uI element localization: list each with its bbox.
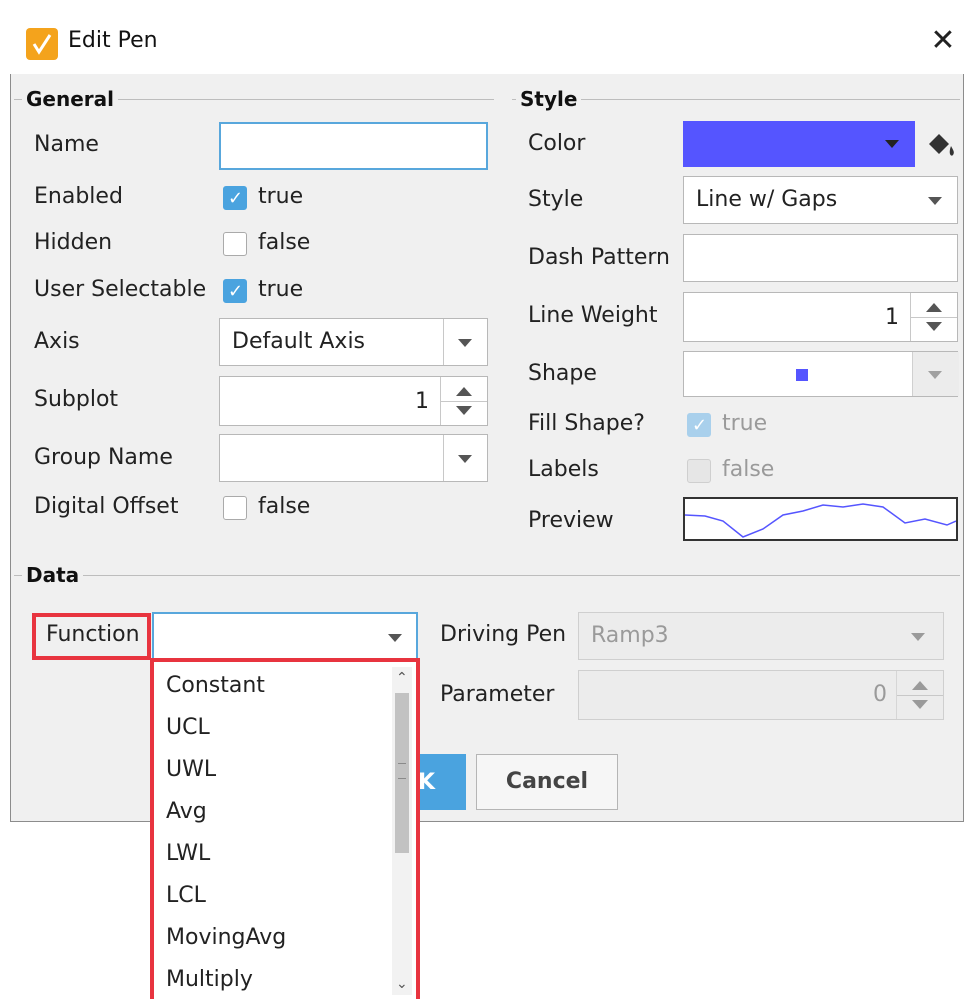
square-shape-icon xyxy=(796,369,808,381)
hidden-value: false xyxy=(258,230,311,255)
driving-pen-label: Driving Pen xyxy=(440,622,567,647)
group-name-dropdown[interactable] xyxy=(219,434,488,482)
subplot-spinner[interactable]: 1 xyxy=(219,376,488,426)
paint-bucket-icon[interactable] xyxy=(925,130,957,160)
parameter-value: 0 xyxy=(873,682,887,707)
data-section-title: Data xyxy=(22,563,84,587)
spin-down-icon[interactable] xyxy=(912,700,928,709)
digital-offset-checkbox[interactable] xyxy=(223,496,247,520)
shape-dropdown[interactable] xyxy=(683,351,959,397)
axis-dropdown[interactable]: Default Axis xyxy=(219,318,488,366)
axis-label: Axis xyxy=(34,329,80,354)
style-label: Style xyxy=(528,187,584,212)
user-selectable-label: User Selectable xyxy=(34,277,207,302)
group-name-label: Group Name xyxy=(34,445,173,470)
digital-offset-label: Digital Offset xyxy=(34,494,179,519)
function-dropdown[interactable] xyxy=(152,612,418,660)
name-label: Name xyxy=(34,132,99,157)
color-label: Color xyxy=(528,131,586,156)
parameter-label: Parameter xyxy=(440,682,555,707)
enabled-checkbox[interactable]: ✓ xyxy=(223,186,247,210)
chevron-down-icon xyxy=(911,633,925,641)
line-preview xyxy=(683,497,958,541)
style-section-title: Style xyxy=(516,87,582,111)
chevron-down-icon xyxy=(928,197,942,205)
spin-up-icon[interactable] xyxy=(912,681,928,690)
spin-down-icon[interactable] xyxy=(456,406,472,415)
style-dropdown[interactable]: Line w/ Gaps xyxy=(683,176,958,224)
general-section-title: General xyxy=(22,87,118,111)
chevron-down-icon xyxy=(388,634,402,642)
color-swatch-dropdown[interactable] xyxy=(683,121,915,167)
enabled-label: Enabled xyxy=(34,184,123,209)
subplot-label: Subplot xyxy=(34,387,119,412)
parameter-spinner[interactable]: 0 xyxy=(578,670,944,720)
shape-label: Shape xyxy=(528,361,597,386)
chevron-down-icon xyxy=(928,371,942,379)
preview-label: Preview xyxy=(528,508,614,533)
dash-pattern-input[interactable] xyxy=(683,234,958,282)
axis-value: Default Axis xyxy=(232,329,366,354)
labels-label: Labels xyxy=(528,457,599,482)
dash-pattern-label: Dash Pattern xyxy=(528,245,670,270)
user-selectable-value: true xyxy=(258,277,304,302)
spin-down-icon[interactable] xyxy=(926,322,942,331)
enabled-value: true xyxy=(258,184,304,209)
app-icon xyxy=(26,28,58,60)
user-selectable-checkbox[interactable]: ✓ xyxy=(223,279,247,303)
fill-shape-value: true xyxy=(722,411,768,436)
data-divider xyxy=(14,575,960,576)
subplot-value: 1 xyxy=(415,389,429,414)
spin-up-icon[interactable] xyxy=(926,303,942,312)
style-value: Line w/ Gaps xyxy=(696,187,838,212)
digital-offset-value: false xyxy=(258,494,311,519)
labels-checkbox[interactable] xyxy=(687,459,711,483)
driving-pen-dropdown[interactable]: Ramp3 xyxy=(578,612,944,660)
function-label: Function xyxy=(46,622,140,647)
line-weight-spinner[interactable]: 1 xyxy=(683,292,958,342)
line-weight-value: 1 xyxy=(885,305,899,330)
chevron-down-icon xyxy=(458,455,472,463)
hidden-label: Hidden xyxy=(34,230,113,255)
fill-shape-label: Fill Shape? xyxy=(528,411,645,436)
function-options-highlight xyxy=(150,658,420,999)
close-icon[interactable]: ✕ xyxy=(928,26,958,56)
spin-up-icon[interactable] xyxy=(456,387,472,396)
chevron-down-icon xyxy=(885,140,899,148)
window-title: Edit Pen xyxy=(68,28,158,53)
cancel-button[interactable]: Cancel xyxy=(476,754,618,810)
fill-shape-checkbox[interactable]: ✓ xyxy=(687,413,711,437)
line-weight-label: Line Weight xyxy=(528,303,658,328)
hidden-checkbox[interactable] xyxy=(223,232,247,256)
labels-value: false xyxy=(722,457,775,482)
driving-pen-value: Ramp3 xyxy=(591,623,669,648)
name-input[interactable] xyxy=(219,122,488,170)
chevron-down-icon xyxy=(458,339,472,347)
